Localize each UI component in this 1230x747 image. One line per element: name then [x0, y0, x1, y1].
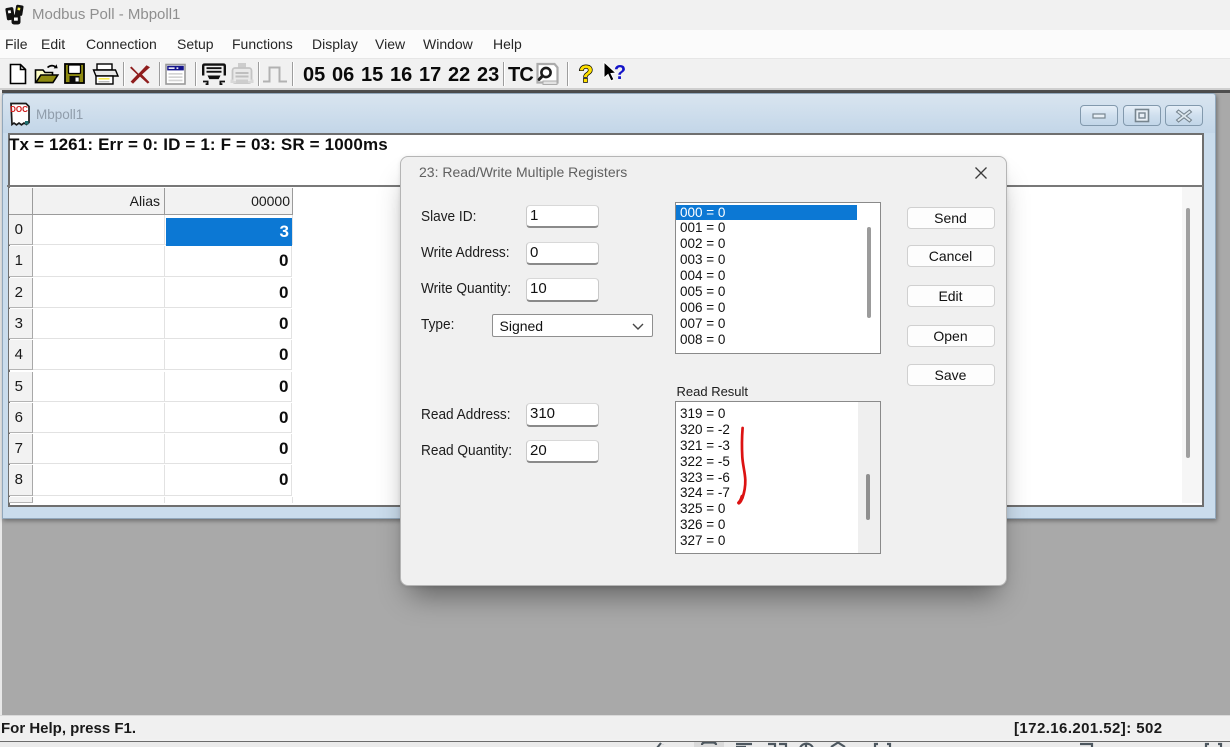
- svg-text:?: ?: [579, 61, 594, 87]
- svg-text:?: ?: [614, 62, 626, 84]
- svg-text:DOC: DOC: [10, 105, 28, 114]
